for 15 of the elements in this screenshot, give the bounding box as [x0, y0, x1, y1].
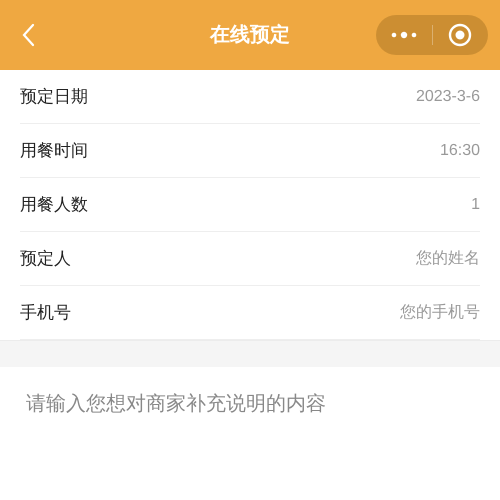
field-label: 预定日期 — [20, 86, 88, 108]
field-label: 用餐人数 — [20, 194, 88, 216]
field-value[interactable]: 16:30 — [440, 138, 480, 162]
remarks-field[interactable]: 请输入您想对商家补充说明的内容 — [26, 389, 474, 489]
field-value[interactable]: 2023-3-6 — [416, 84, 480, 108]
field-label: 用餐时间 — [20, 140, 88, 162]
field-label: 预定人 — [20, 248, 71, 270]
back-icon — [21, 23, 35, 47]
field-label: 手机号 — [20, 302, 71, 324]
field-value[interactable]: 1 — [471, 192, 480, 216]
input-field[interactable]: 您的手机号 — [280, 300, 480, 324]
more-icon — [390, 31, 417, 39]
page-title: 在线预定 — [210, 22, 290, 48]
close-icon — [448, 23, 472, 47]
input-field[interactable]: 您的姓名 — [280, 246, 480, 270]
